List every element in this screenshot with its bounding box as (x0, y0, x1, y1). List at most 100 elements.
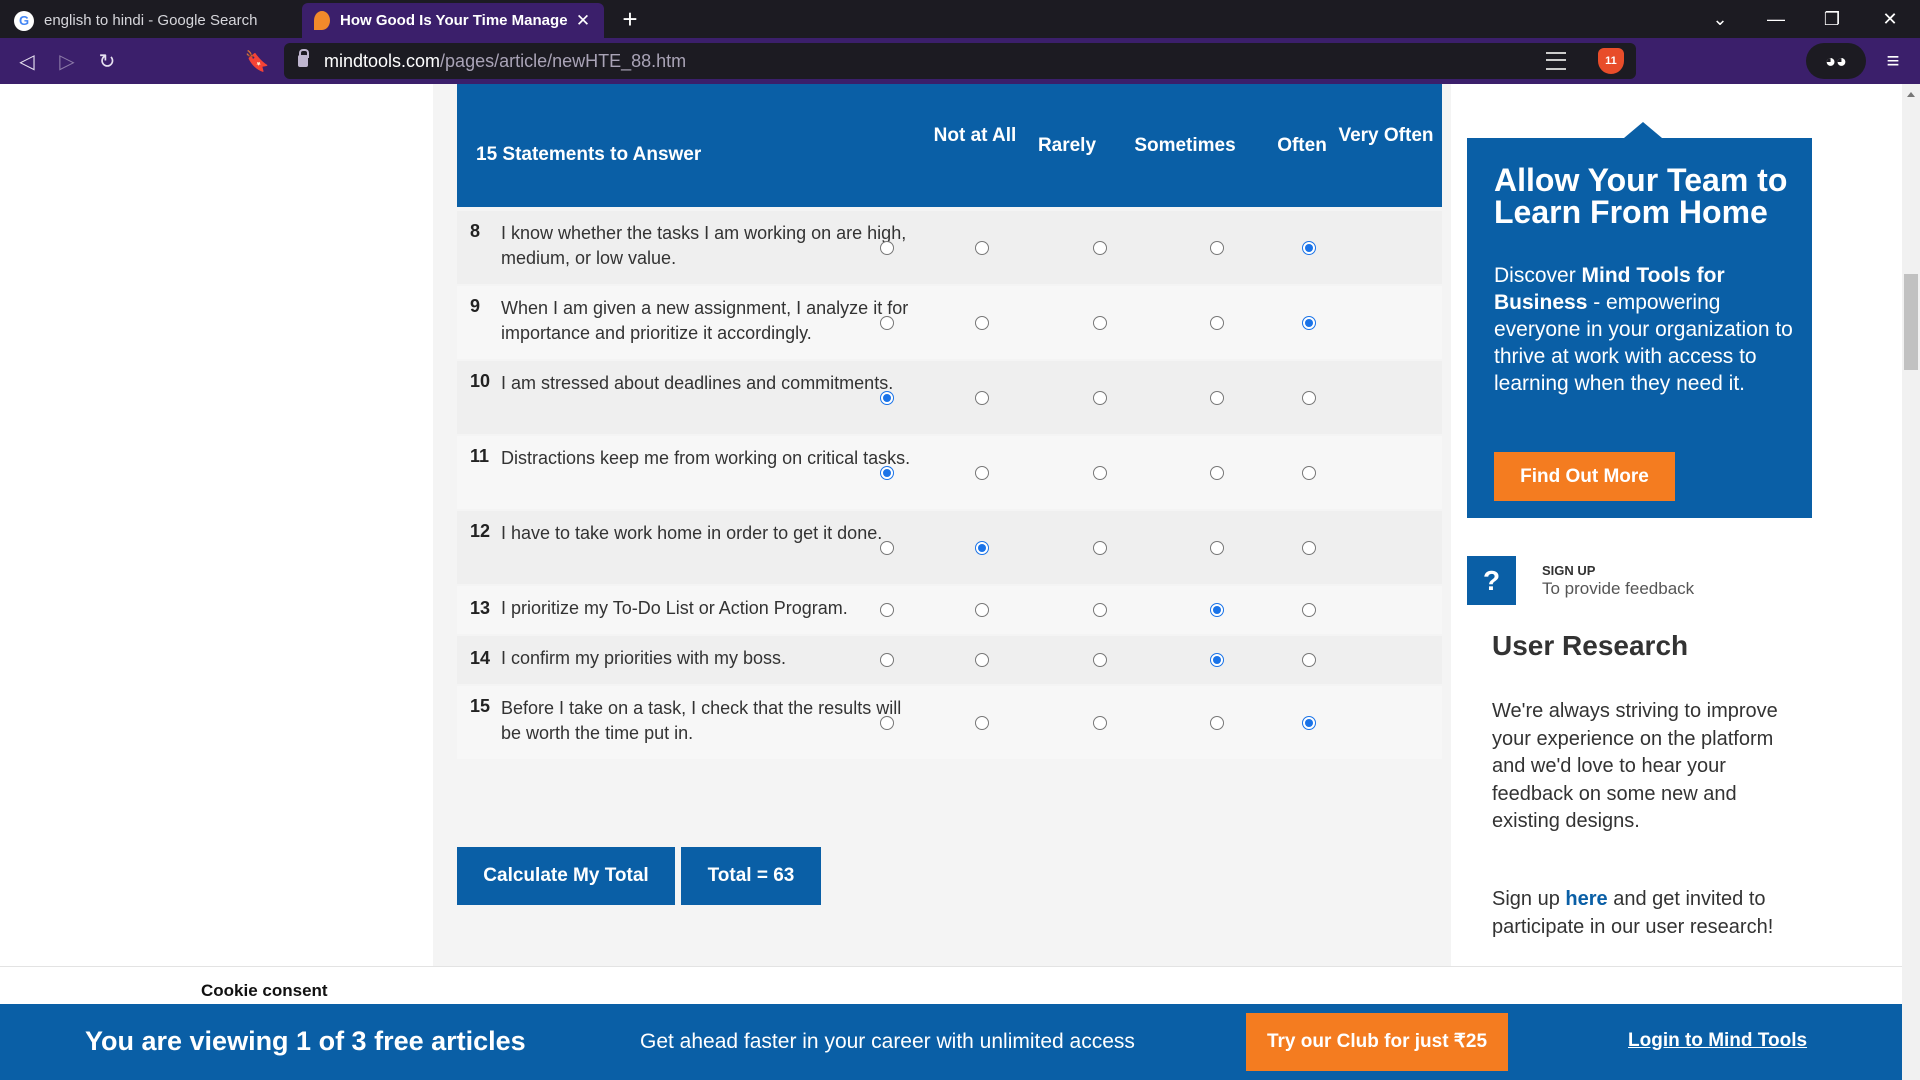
statement-number: 10 (470, 371, 491, 391)
answer-radio-very-often[interactable] (1302, 466, 1316, 480)
answer-radio-rarely[interactable] (975, 541, 989, 555)
answer-radio-often[interactable] (1210, 653, 1224, 667)
answer-radio-not-at-all[interactable] (880, 653, 894, 667)
statement-text: I have to take work home in order to get… (501, 523, 883, 543)
col-header-sometimes: Sometimes (1134, 135, 1236, 156)
answer-radio-sometimes[interactable] (1093, 466, 1107, 480)
answer-radio-rarely[interactable] (975, 716, 989, 730)
navigation-bar: ◁ ▷ ↻ 🔖 mindtools.com/pages/article/newH… (0, 38, 1920, 84)
answer-radio-very-often[interactable] (1302, 716, 1316, 730)
answer-radio-often[interactable] (1210, 466, 1224, 480)
minimize-button[interactable]: — (1748, 0, 1804, 38)
banner-sub-text: Get ahead faster in your career with unl… (640, 1030, 1135, 1053)
scrollbar-thumb[interactable] (1904, 274, 1918, 370)
answer-radio-sometimes[interactable] (1093, 603, 1107, 617)
brave-shield-icon[interactable]: 11 (1598, 48, 1624, 74)
forward-icon[interactable]: ▷ (52, 46, 82, 76)
answer-radio-often[interactable] (1210, 541, 1224, 555)
browser-window: G english to hindi - Google Search How G… (0, 0, 1920, 1080)
answer-radio-rarely[interactable] (975, 653, 989, 667)
page-content: 15 Statements to Answer Not at All Rarel… (0, 84, 1902, 1080)
signup-here-link[interactable]: here (1565, 888, 1607, 910)
calculate-total-button[interactable]: Calculate My Total (457, 847, 675, 905)
reload-icon[interactable]: ↻ (92, 46, 122, 76)
tab-google-search[interactable]: G english to hindi - Google Search (2, 3, 302, 38)
url-host: mindtools.com (324, 50, 441, 71)
bookmark-icon[interactable]: 🔖 (242, 46, 272, 76)
back-icon[interactable]: ◁ (12, 46, 42, 76)
answer-radio-sometimes[interactable] (1093, 316, 1107, 330)
close-window-button[interactable]: ✕ (1862, 0, 1918, 38)
total-display: Total = 63 (681, 847, 821, 905)
answer-radio-often[interactable] (1210, 391, 1224, 405)
answer-radio-sometimes[interactable] (1093, 241, 1107, 255)
statement-number: 8 (470, 221, 481, 241)
answer-radio-very-often[interactable] (1302, 391, 1316, 405)
answer-radio-not-at-all[interactable] (880, 241, 894, 255)
statement-text: Distractions keep me from working on cri… (501, 448, 911, 468)
tab-mindtools[interactable]: How Good Is Your Time Management ✕ (302, 3, 604, 38)
close-tab-icon[interactable]: ✕ (574, 11, 592, 31)
url-path: /pages/article/newHTE_88.htm (440, 50, 687, 71)
answer-radio-sometimes[interactable] (1093, 391, 1107, 405)
statement-text: Before I take on a task, I check that th… (501, 698, 902, 743)
address-bar[interactable]: mindtools.com/pages/article/newHTE_88.ht… (284, 43, 1636, 79)
statement-text: I am stressed about deadlines and commit… (501, 373, 894, 393)
quiz-row: 14 I confirm my priorities with my boss. (457, 636, 1442, 684)
answer-radio-very-often[interactable] (1302, 541, 1316, 555)
answer-radio-often[interactable] (1210, 316, 1224, 330)
statement-number: 13 (470, 598, 491, 618)
answer-radio-not-at-all[interactable] (880, 541, 894, 555)
reader-mode-icon[interactable] (1546, 52, 1566, 70)
lock-icon (298, 49, 309, 67)
cookie-consent-bar: Cookie consent (0, 966, 1902, 1004)
answer-radio-rarely[interactable] (975, 241, 989, 255)
signup-label[interactable]: SIGN UP (1542, 563, 1595, 578)
answer-radio-sometimes[interactable] (1093, 653, 1107, 667)
statement-number: 9 (470, 296, 481, 316)
answer-radio-rarely[interactable] (975, 603, 989, 617)
statement-number: 14 (470, 648, 491, 668)
menu-icon[interactable]: ≡ (1878, 46, 1908, 76)
statement-number: 11 (470, 446, 490, 466)
try-club-button[interactable]: Try our Club for just ₹25 (1246, 1013, 1508, 1071)
quiz-row: 8 I know whether the tasks I am working o… (457, 211, 1442, 284)
quiz-row: 15 Before I take on a task, I check that … (457, 686, 1442, 759)
page-scrollbar[interactable] (1902, 84, 1920, 1080)
answer-radio-not-at-all[interactable] (880, 603, 894, 617)
question-icon: ? (1467, 556, 1516, 605)
promo-title: Allow Your Team to Learn From Home (1494, 162, 1788, 230)
statement-text: I prioritize my To-Do List or Action Pro… (501, 598, 848, 618)
quiz-header-title: 15 Statements to Answer (476, 144, 702, 165)
restore-button[interactable]: ❐ (1804, 0, 1860, 38)
answer-radio-often[interactable] (1210, 716, 1224, 730)
answer-radio-not-at-all[interactable] (880, 391, 894, 405)
answer-radio-often[interactable] (1210, 241, 1224, 255)
tab-bar: G english to hindi - Google Search How G… (0, 0, 1920, 38)
quiz-row: 9 When I am given a new assignment, I ana… (457, 286, 1442, 359)
answer-radio-very-often[interactable] (1302, 316, 1316, 330)
scroll-up-icon[interactable] (1907, 92, 1915, 97)
user-research-signup: Sign up here and get invited to particip… (1492, 886, 1792, 941)
answer-radio-very-often[interactable] (1302, 653, 1316, 667)
answer-radio-often[interactable] (1210, 603, 1224, 617)
new-tab-button[interactable]: + (616, 4, 644, 34)
wallet-glasses-icon[interactable]: ◕◕ (1806, 43, 1866, 79)
answer-radio-very-often[interactable] (1302, 603, 1316, 617)
answer-radio-rarely[interactable] (975, 316, 989, 330)
cookie-consent-label[interactable]: Cookie consent (201, 981, 328, 1001)
tab-list-chevron-icon[interactable]: ⌄ (1692, 0, 1748, 38)
answer-radio-not-at-all[interactable] (880, 716, 894, 730)
find-out-more-button[interactable]: Find Out More (1494, 452, 1675, 501)
promo-body-pre: Discover (1494, 264, 1582, 287)
answer-radio-not-at-all[interactable] (880, 466, 894, 480)
answer-radio-very-often[interactable] (1302, 241, 1316, 255)
answer-radio-sometimes[interactable] (1093, 541, 1107, 555)
tab-title: english to hindi - Google Search (44, 12, 258, 29)
answer-radio-sometimes[interactable] (1093, 716, 1107, 730)
answer-radio-rarely[interactable] (975, 391, 989, 405)
login-link[interactable]: Login to Mind Tools (1628, 1030, 1807, 1052)
answer-radio-rarely[interactable] (975, 466, 989, 480)
answer-radio-not-at-all[interactable] (880, 316, 894, 330)
statement-text: When I am given a new assignment, I anal… (501, 298, 909, 343)
